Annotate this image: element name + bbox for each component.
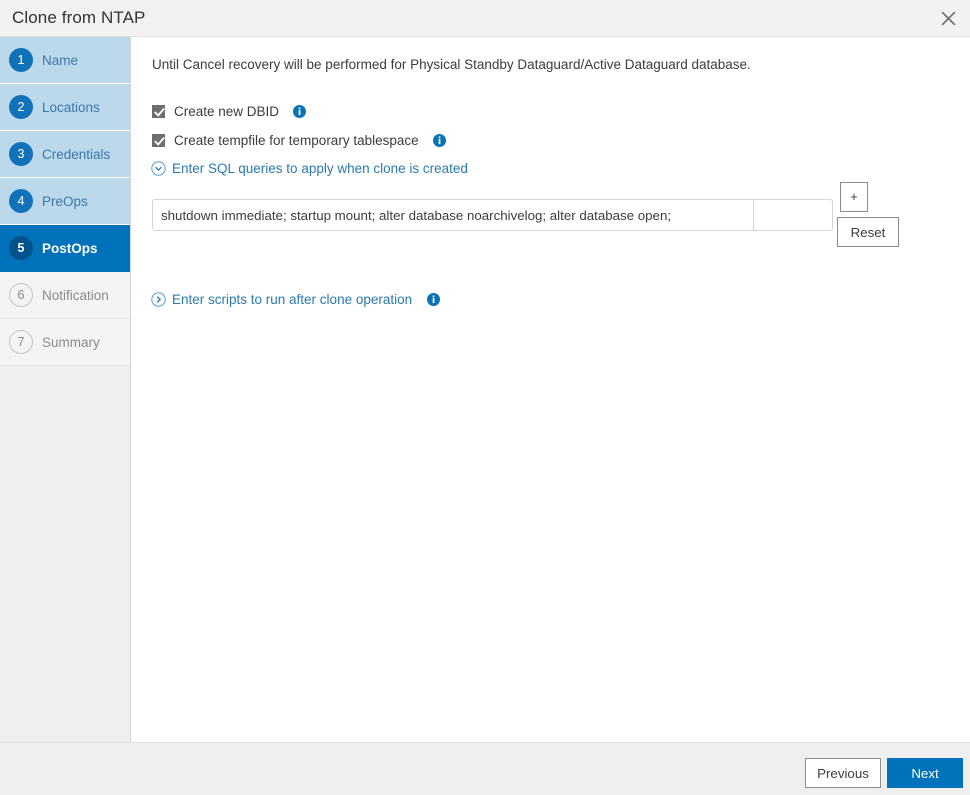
add-query-button[interactable]: + bbox=[840, 182, 868, 212]
chevron-down-circle-icon bbox=[151, 160, 166, 176]
page-title: Clone from NTAP bbox=[12, 8, 146, 27]
next-button[interactable]: Next bbox=[887, 758, 963, 788]
info-icon[interactable] bbox=[432, 133, 446, 147]
sidebar-item-label: PreOps bbox=[42, 193, 88, 209]
info-icon[interactable] bbox=[293, 104, 307, 118]
clone-wizard-dialog: Clone from NTAP 1 Name 2 Locations 3 Cre… bbox=[0, 0, 970, 795]
sidebar-item-label: Locations bbox=[42, 99, 100, 115]
dialog-body: 1 Name 2 Locations 3 Credentials 4 PreOp… bbox=[0, 37, 970, 742]
sidebar-item-summary[interactable]: 7 Summary bbox=[0, 319, 130, 366]
create-new-dbid-row: Create new DBID bbox=[152, 102, 307, 120]
sidebar-item-label: Name bbox=[42, 52, 79, 68]
sql-query-input[interactable] bbox=[153, 200, 754, 230]
wizard-step-sidebar: 1 Name 2 Locations 3 Credentials 4 PreOp… bbox=[0, 37, 131, 742]
create-tempfile-row: Create tempfile for temporary tablespace bbox=[152, 131, 446, 149]
create-new-dbid-checkbox[interactable] bbox=[152, 104, 165, 118]
dialog-titlebar: Clone from NTAP bbox=[0, 0, 970, 37]
sidebar-item-notification[interactable]: 6 Notification bbox=[0, 272, 130, 319]
sidebar-item-locations[interactable]: 2 Locations bbox=[0, 84, 130, 131]
close-icon[interactable] bbox=[932, 3, 964, 33]
sidebar-item-label: Notification bbox=[42, 287, 109, 303]
create-tempfile-label: Create tempfile for temporary tablespace bbox=[174, 132, 419, 148]
chevron-right-circle-icon bbox=[151, 291, 166, 307]
step-number: 1 bbox=[9, 48, 33, 72]
sidebar-item-name[interactable]: 1 Name bbox=[0, 37, 130, 84]
sidebar-item-credentials[interactable]: 3 Credentials bbox=[0, 131, 130, 178]
step-number: 6 bbox=[9, 283, 33, 307]
reset-query-button[interactable]: Reset bbox=[837, 217, 899, 247]
step-number: 2 bbox=[9, 95, 33, 119]
step-number: 4 bbox=[9, 189, 33, 213]
sidebar-item-label: Credentials bbox=[42, 146, 111, 162]
scripts-section-header[interactable]: Enter scripts to run after clone operati… bbox=[151, 290, 441, 308]
create-new-dbid-label: Create new DBID bbox=[174, 103, 280, 119]
sql-queries-section-label: Enter SQL queries to apply when clone is… bbox=[172, 160, 468, 176]
sidebar-item-postops[interactable]: 5 PostOps bbox=[0, 225, 130, 272]
step-number: 7 bbox=[9, 330, 33, 354]
create-tempfile-checkbox[interactable] bbox=[152, 133, 165, 147]
sidebar-item-preops[interactable]: 4 PreOps bbox=[0, 178, 130, 225]
sidebar-item-label: PostOps bbox=[42, 240, 98, 256]
step-number: 3 bbox=[9, 142, 33, 166]
dialog-footer: Previous Next bbox=[0, 742, 970, 795]
sql-query-input-group bbox=[152, 199, 833, 231]
scripts-section-label: Enter scripts to run after clone operati… bbox=[172, 291, 413, 307]
postops-panel: Until Cancel recovery will be performed … bbox=[132, 37, 970, 742]
recovery-info-text: Until Cancel recovery will be performed … bbox=[152, 57, 751, 72]
sql-query-extra-input[interactable] bbox=[754, 200, 832, 230]
step-number: 5 bbox=[9, 236, 33, 260]
info-icon[interactable] bbox=[427, 292, 441, 306]
sidebar-item-label: Summary bbox=[42, 334, 100, 350]
sql-queries-section-header[interactable]: Enter SQL queries to apply when clone is… bbox=[151, 159, 468, 177]
previous-button[interactable]: Previous bbox=[805, 758, 881, 788]
